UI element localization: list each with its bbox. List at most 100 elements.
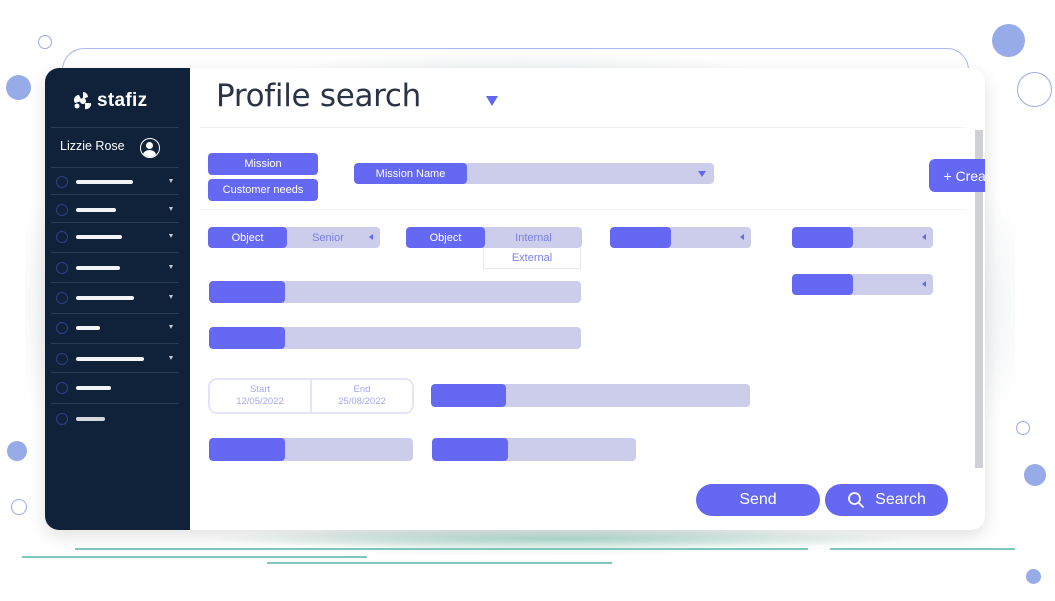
divider: [51, 127, 179, 128]
sidebar-item-6[interactable]: [45, 313, 190, 343]
caret-down-icon: [169, 325, 173, 329]
chevron-down-icon: [698, 171, 706, 177]
filter-label: [792, 227, 853, 248]
object-select-2[interactable]: Object Internal: [406, 227, 582, 248]
caret-left-icon: [922, 281, 926, 287]
sidebar-item-label: [76, 326, 100, 330]
decor-circle: [1016, 421, 1030, 435]
circle-icon: [56, 231, 68, 243]
send-label: Send: [739, 491, 777, 508]
caret-left-icon: [369, 234, 373, 240]
circle-icon: [56, 176, 68, 188]
caret-down-icon: [169, 207, 173, 211]
decor-circle: [38, 35, 52, 49]
date-range-picker[interactable]: Start 12/05/2022 End 25/08/2022: [208, 378, 414, 414]
sidebar-item-label: [76, 208, 116, 212]
end-date-label: End: [353, 384, 371, 395]
mission-name-select[interactable]: Mission Name: [354, 163, 714, 184]
send-button[interactable]: Send: [696, 484, 820, 516]
dropdown-option-external[interactable]: External: [483, 248, 581, 269]
customer-needs-type-button[interactable]: Customer needs: [208, 179, 318, 201]
mission-type-button[interactable]: Mission: [208, 153, 318, 175]
sidebar-item-3[interactable]: [45, 222, 190, 252]
caret-down-icon: [169, 234, 173, 238]
logo[interactable]: stafiz: [73, 90, 147, 112]
circle-icon: [56, 413, 68, 425]
object-value: Internal: [515, 231, 552, 244]
filter-label: [209, 438, 285, 461]
sidebar: stafiz Lizzie Rose: [45, 68, 190, 530]
start-date-value: 12/05/2022: [236, 396, 284, 407]
decor-line: [75, 548, 808, 550]
filter-field[interactable]: [432, 438, 636, 461]
brand-name: stafiz: [97, 90, 148, 111]
decor-line: [22, 556, 367, 558]
stafiz-logo-icon: [74, 92, 92, 110]
sidebar-item-8[interactable]: [45, 373, 190, 403]
sidebar-item-label: [76, 266, 120, 270]
decor-circle: [1026, 569, 1041, 584]
object-label: Object: [208, 227, 287, 248]
title-dropdown-icon[interactable]: [486, 96, 498, 106]
circle-icon: [56, 322, 68, 334]
caret-down-icon: [169, 356, 173, 360]
sidebar-item-label: [76, 296, 134, 300]
app-window: stafiz Lizzie Rose Profile search Missio…: [45, 68, 985, 530]
sidebar-item-2[interactable]: [45, 195, 190, 225]
sidebar-item-label: [76, 235, 122, 239]
end-date[interactable]: End 25/08/2022: [310, 380, 412, 412]
sidebar-item-label: [76, 386, 111, 390]
circle-icon: [56, 292, 68, 304]
filter-field[interactable]: [209, 327, 581, 349]
circle-icon: [56, 382, 68, 394]
page-title: Profile search: [216, 78, 422, 114]
caret-down-icon: [169, 295, 173, 299]
sidebar-item-7[interactable]: [45, 344, 190, 374]
divider: [200, 127, 965, 128]
sidebar-item-5[interactable]: [45, 283, 190, 313]
decor-circle: [6, 75, 31, 100]
filter-label: [431, 384, 506, 407]
filter-label: [792, 274, 853, 295]
decor-circle: [992, 24, 1025, 57]
circle-icon: [56, 353, 68, 365]
avatar-icon[interactable]: [140, 138, 160, 158]
filter-field[interactable]: [431, 384, 750, 407]
search-button[interactable]: Search: [825, 484, 948, 516]
decor-circle: [1017, 72, 1052, 107]
filter-select[interactable]: [610, 227, 751, 248]
decor-line: [267, 562, 612, 564]
sidebar-item-label: [76, 417, 105, 421]
filter-field[interactable]: [209, 281, 581, 303]
search-icon: [848, 492, 865, 508]
circle-icon: [56, 204, 68, 216]
sidebar-item-label: [76, 357, 144, 361]
filter-select[interactable]: [792, 227, 933, 248]
caret-down-icon: [169, 265, 173, 269]
sidebar-item-9[interactable]: [45, 404, 190, 434]
end-date-value: 25/08/2022: [338, 396, 386, 407]
decor-circle: [11, 499, 27, 515]
filter-field[interactable]: [209, 438, 413, 461]
filter-label: [432, 438, 508, 461]
caret-left-icon: [922, 234, 926, 240]
start-date[interactable]: Start 12/05/2022: [210, 380, 310, 412]
main-content: Profile search Mission Customer needs Mi…: [190, 68, 985, 530]
filter-label: [209, 281, 285, 303]
filter-label: [209, 327, 285, 349]
decor-circle: [7, 441, 27, 461]
mission-name-label: Mission Name: [354, 163, 467, 184]
user-name: Lizzie Rose: [60, 139, 125, 153]
object-select-1[interactable]: Object Senior: [208, 227, 380, 248]
divider: [200, 209, 965, 210]
sidebar-item-label: [76, 180, 133, 184]
create-mission-button[interactable]: + Create a mission: [929, 159, 985, 192]
object-value: Senior: [312, 231, 344, 244]
filter-select[interactable]: [792, 274, 933, 295]
sidebar-item-1[interactable]: [45, 167, 190, 197]
mission-name-value: [467, 163, 694, 184]
search-label: Search: [875, 491, 926, 508]
sidebar-item-4[interactable]: [45, 253, 190, 283]
start-date-label: Start: [249, 384, 271, 395]
caret-left-icon: [740, 234, 744, 240]
